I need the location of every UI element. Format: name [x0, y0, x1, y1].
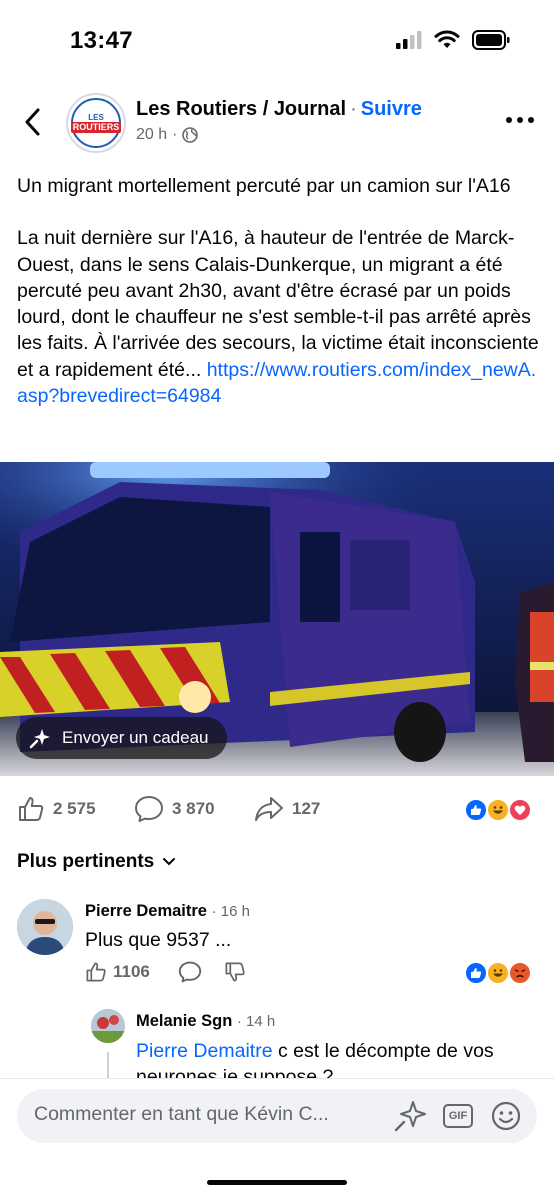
- gif-icon: GIF: [443, 1104, 473, 1128]
- comment-author[interactable]: Melanie Sgn: [136, 1012, 232, 1030]
- sparkle-sticker-icon: [394, 1101, 426, 1132]
- comment-reaction-summary[interactable]: [464, 961, 536, 987]
- comment-item: Pierre Demaitre · 16 h Plus que 9537 ...…: [0, 895, 554, 990]
- person-photo: [17, 899, 73, 955]
- status-bar: 13:47: [0, 0, 554, 80]
- engagement-bar: 2 575 3 870 127: [0, 790, 554, 830]
- comment-author[interactable]: Pierre Demaitre: [85, 902, 207, 920]
- logo-text-main: ROUTIERS: [70, 121, 122, 133]
- send-gift-label: Envoyer un cadeau: [62, 728, 209, 747]
- name-separator: ·: [350, 98, 357, 120]
- post-time: 20 h: [136, 126, 168, 143]
- home-indicator: [207, 1180, 347, 1185]
- post-header: LES ROUTIERS Les Routiers / Journal · Suiv…: [0, 90, 554, 154]
- post-meta: 20 h ·: [136, 126, 199, 144]
- reply-bubble-icon[interactable]: [178, 961, 202, 983]
- thumbs-down-icon[interactable]: [224, 961, 246, 983]
- wifi-icon: [434, 30, 460, 48]
- chevron-left-icon: [25, 108, 40, 136]
- more-dot-icon: [528, 117, 534, 123]
- status-time: 13:47: [70, 27, 133, 54]
- page-avatar[interactable]: LES ROUTIERS: [66, 93, 126, 153]
- commenter-avatar[interactable]: [91, 1009, 125, 1043]
- comment-input-placeholder[interactable]: Commenter en tant que Kévin C...: [34, 1103, 329, 1126]
- post-text: Un migrant mortellement percuté par un c…: [17, 173, 539, 409]
- avatar-sticker-button[interactable]: [393, 1099, 427, 1133]
- comment-button[interactable]: 3 870: [134, 795, 215, 823]
- share-arrow-icon: [255, 797, 283, 821]
- post-body-text: La nuit dernière sur l'A16, à hauteur de…: [17, 227, 539, 381]
- love-reaction-icon: [508, 798, 532, 822]
- status-icons: [396, 30, 510, 50]
- haha-reaction-icon: [486, 798, 510, 822]
- comment-text: Plus que 9537 ...: [85, 929, 232, 951]
- haha-reaction-icon: [486, 961, 510, 985]
- comment-like-count: 1106: [113, 962, 150, 981]
- like-count: 2 575: [53, 799, 96, 818]
- globe-icon: [182, 127, 199, 143]
- meta-separator: ·: [172, 126, 178, 143]
- more-dot-icon: [506, 117, 512, 123]
- gif-button[interactable]: GIF: [441, 1099, 475, 1133]
- comment-reply-item: Melanie Sgn · 14 h Pierre Demaitre c est…: [0, 1005, 554, 1088]
- post-body: La nuit dernière sur l'A16, à hauteur de…: [17, 225, 539, 409]
- comment-sort-selector[interactable]: Plus pertinents: [17, 851, 176, 873]
- thumbs-up-icon: [19, 797, 44, 821]
- comment-author-row: Pierre Demaitre · 16 h: [85, 902, 250, 921]
- share-button[interactable]: 127: [254, 795, 320, 823]
- comment-bubble-icon: [135, 796, 163, 822]
- comment-time: · 16 h: [211, 903, 250, 920]
- like-reaction-icon: [464, 798, 488, 822]
- flower-photo: [91, 1009, 125, 1043]
- comment-time: · 14 h: [236, 1013, 276, 1030]
- gif-label: GIF: [448, 1110, 468, 1122]
- page-name[interactable]: Les Routiers / Journal: [136, 98, 346, 120]
- angry-reaction-icon: [508, 961, 532, 985]
- commenter-avatar[interactable]: [17, 899, 73, 955]
- comment-text-body: c est le décompte de vos: [272, 1040, 494, 1062]
- share-count: 127: [292, 799, 321, 818]
- cellular-signal-icon: [396, 31, 422, 49]
- like-button[interactable]: 2 575: [17, 795, 96, 823]
- chevron-down-icon: [163, 858, 176, 866]
- comment-like-button[interactable]: 1106: [85, 961, 150, 983]
- reaction-summary[interactable]: [464, 798, 536, 824]
- comment-author-row: Melanie Sgn · 14 h: [136, 1012, 275, 1031]
- comment-sort-label: Plus pertinents: [17, 851, 155, 872]
- more-dot-icon: [517, 117, 523, 123]
- smiley-icon: [491, 1101, 521, 1131]
- post-image[interactable]: Envoyer un cadeau: [0, 462, 554, 776]
- routiers-logo: LES ROUTIERS: [70, 98, 122, 148]
- comment-composer[interactable]: Commenter en tant que Kévin C... GIF: [17, 1089, 537, 1143]
- post-title: Un migrant mortellement percuté par un c…: [17, 175, 511, 197]
- comment-actions: 1106: [85, 961, 246, 983]
- more-options-button[interactable]: [506, 110, 534, 130]
- comment-mention[interactable]: Pierre Demaitre: [136, 1040, 273, 1062]
- thumbs-up-icon: [86, 962, 106, 982]
- battery-icon: [472, 30, 510, 50]
- follow-button[interactable]: Suivre: [361, 98, 422, 120]
- comment-text: Pierre Demaitre c est le décompte de vos: [136, 1040, 494, 1063]
- comment-count: 3 870: [172, 799, 215, 818]
- emoji-button[interactable]: [489, 1099, 523, 1133]
- gift-sparkle-icon: [29, 729, 50, 749]
- logo-text-top: LES: [88, 112, 104, 122]
- send-gift-button[interactable]: Envoyer un cadeau: [16, 717, 227, 759]
- back-button[interactable]: [20, 104, 48, 140]
- page-name-row: Les Routiers / Journal · Suivre: [136, 98, 422, 121]
- like-reaction-icon: [464, 961, 488, 985]
